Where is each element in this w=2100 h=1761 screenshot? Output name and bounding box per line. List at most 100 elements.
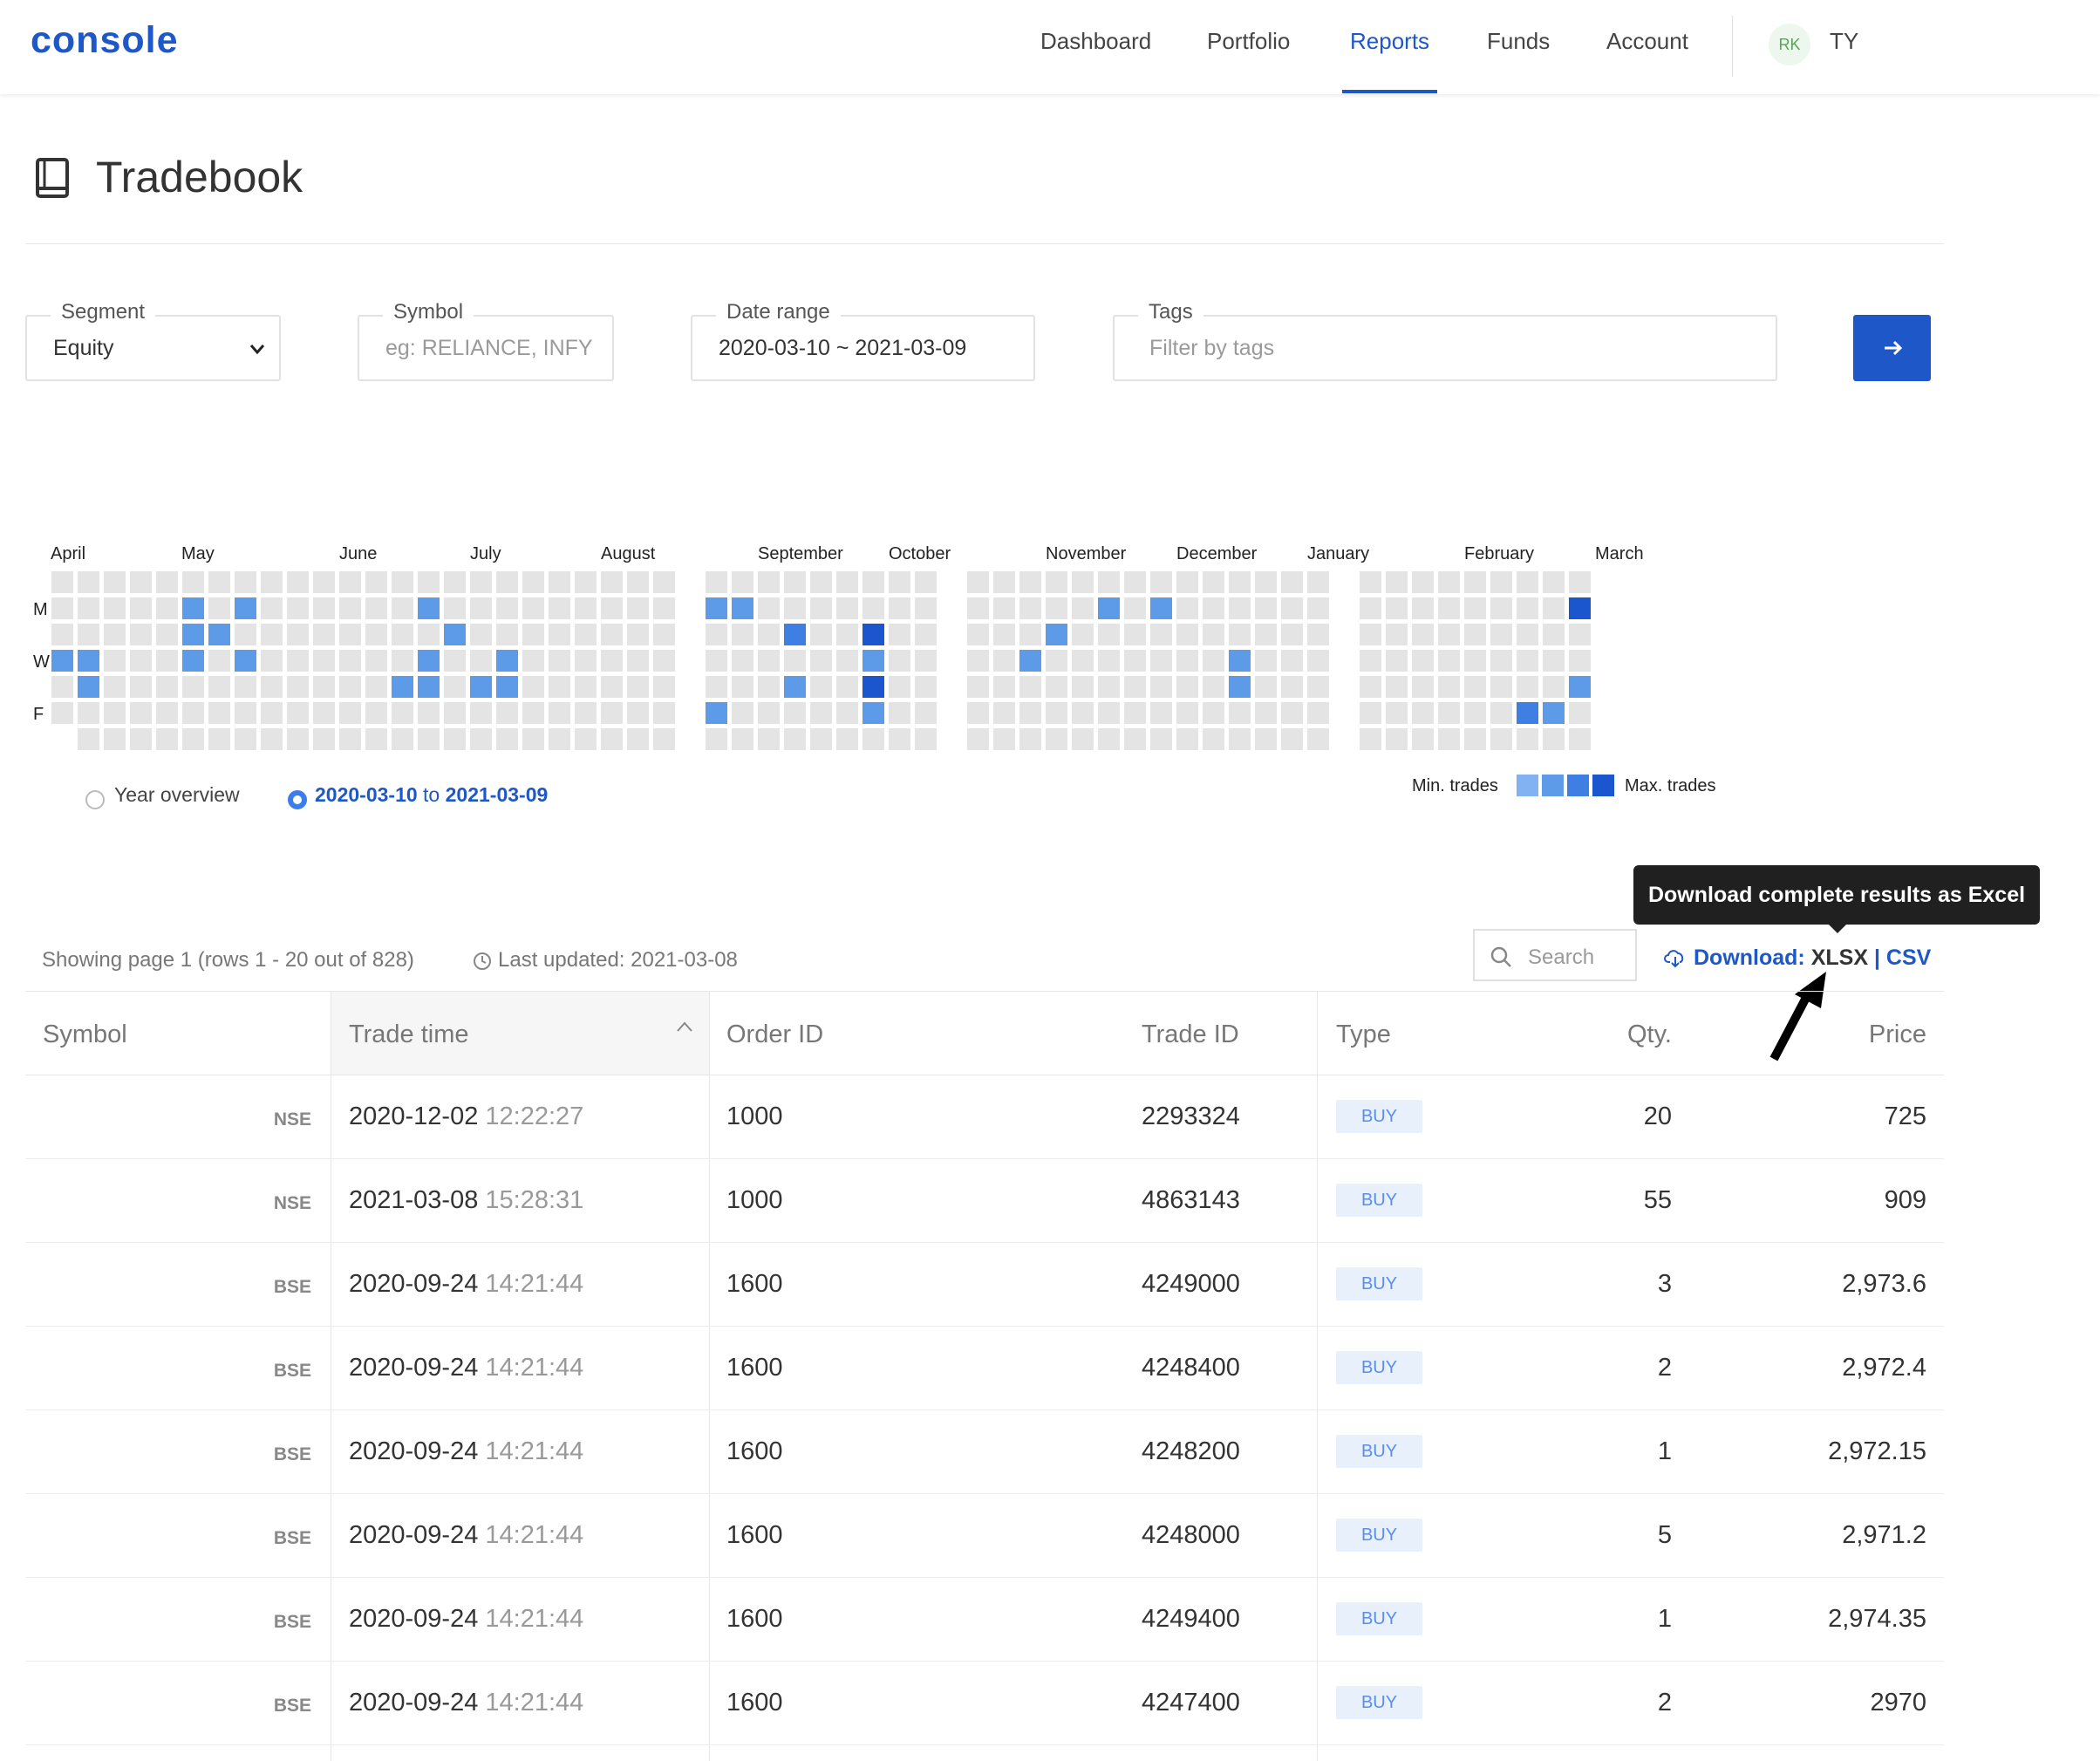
heatmap-day-cell[interactable]: [418, 571, 440, 593]
heatmap-day-cell[interactable]: [1386, 571, 1408, 593]
heatmap-day-cell[interactable]: [732, 597, 753, 619]
heatmap-day-cell[interactable]: [758, 597, 780, 619]
heatmap-day-cell[interactable]: [235, 702, 256, 724]
submit-button[interactable]: [1853, 315, 1931, 381]
heatmap-day-cell[interactable]: [967, 624, 989, 645]
heatmap-day-cell[interactable]: [1464, 702, 1486, 724]
heatmap-day-cell[interactable]: [1386, 624, 1408, 645]
column-header-type[interactable]: Type: [1336, 1020, 1391, 1049]
heatmap-day-cell[interactable]: [1072, 597, 1094, 619]
column-header-order-id[interactable]: Order ID: [726, 1020, 823, 1049]
heatmap-day-cell[interactable]: [627, 702, 649, 724]
heatmap-day-cell[interactable]: [339, 702, 361, 724]
table-row[interactable]: NSE 2021-03-08 15:28:31 1000 4863143 BUY…: [0, 1159, 2100, 1243]
heatmap-day-cell[interactable]: [496, 650, 518, 672]
heatmap-day-cell[interactable]: [496, 702, 518, 724]
heatmap-day-cell[interactable]: [1360, 728, 1381, 750]
heatmap-day-cell[interactable]: [470, 728, 492, 750]
heatmap-day-cell[interactable]: [287, 676, 309, 698]
heatmap-day-cell[interactable]: [732, 624, 753, 645]
heatmap-day-cell[interactable]: [51, 597, 73, 619]
heatmap-day-cell[interactable]: [287, 728, 309, 750]
heatmap-day-cell[interactable]: [1569, 676, 1591, 698]
heatmap-day-cell[interactable]: [1203, 650, 1224, 672]
heatmap-day-cell[interactable]: [261, 650, 283, 672]
heatmap-day-cell[interactable]: [287, 650, 309, 672]
year-overview-radio[interactable]: [85, 790, 105, 809]
heatmap-day-cell[interactable]: [1072, 676, 1094, 698]
heatmap-day-cell[interactable]: [208, 624, 230, 645]
heatmap-day-cell[interactable]: [470, 597, 492, 619]
heatmap-day-cell[interactable]: [287, 597, 309, 619]
heatmap-day-cell[interactable]: [1386, 650, 1408, 672]
heatmap-day-cell[interactable]: [78, 597, 99, 619]
heatmap-day-cell[interactable]: [915, 597, 937, 619]
heatmap-day-cell[interactable]: [549, 728, 570, 750]
heatmap-day-cell[interactable]: [1386, 597, 1408, 619]
heatmap-day-cell[interactable]: [784, 702, 806, 724]
heatmap-day-cell[interactable]: [810, 624, 832, 645]
heatmap-day-cell[interactable]: [1019, 728, 1041, 750]
heatmap-day-cell[interactable]: [1255, 676, 1277, 698]
heatmap-day-cell[interactable]: [339, 676, 361, 698]
heatmap-day-cell[interactable]: [758, 702, 780, 724]
heatmap-day-cell[interactable]: [1569, 624, 1591, 645]
heatmap-day-cell[interactable]: [392, 597, 413, 619]
heatmap-day-cell[interactable]: [889, 676, 910, 698]
heatmap-day-cell[interactable]: [653, 676, 675, 698]
heatmap-day-cell[interactable]: [1307, 597, 1329, 619]
heatmap-day-cell[interactable]: [1229, 650, 1251, 672]
heatmap-day-cell[interactable]: [1412, 676, 1434, 698]
heatmap-day-cell[interactable]: [862, 624, 884, 645]
heatmap-day-cell[interactable]: [78, 571, 99, 593]
heatmap-day-cell[interactable]: [208, 650, 230, 672]
heatmap-day-cell[interactable]: [601, 702, 623, 724]
heatmap-day-cell[interactable]: [1281, 728, 1303, 750]
heatmap-day-cell[interactable]: [1464, 676, 1486, 698]
table-row[interactable]: NSE 2020-12-02 12:22:27 1000 2293324 BUY…: [0, 1075, 2100, 1159]
heatmap-day-cell[interactable]: [1255, 624, 1277, 645]
heatmap-day-cell[interactable]: [1229, 624, 1251, 645]
heatmap-day-cell[interactable]: [627, 650, 649, 672]
heatmap-day-cell[interactable]: [706, 676, 727, 698]
heatmap-day-cell[interactable]: [549, 571, 570, 593]
heatmap-day-cell[interactable]: [1464, 728, 1486, 750]
heatmap-day-cell[interactable]: [313, 702, 335, 724]
heatmap-day-cell[interactable]: [1490, 571, 1512, 593]
heatmap-day-cell[interactable]: [915, 650, 937, 672]
heatmap-day-cell[interactable]: [182, 728, 204, 750]
heatmap-day-cell[interactable]: [627, 597, 649, 619]
heatmap-day-cell[interactable]: [78, 676, 99, 698]
heatmap-day-cell[interactable]: [182, 624, 204, 645]
heatmap-day-cell[interactable]: [470, 571, 492, 593]
heatmap-day-cell[interactable]: [1490, 728, 1512, 750]
heatmap-day-cell[interactable]: [1490, 676, 1512, 698]
heatmap-day-cell[interactable]: [1176, 702, 1198, 724]
heatmap-day-cell[interactable]: [156, 624, 178, 645]
heatmap-day-cell[interactable]: [1176, 624, 1198, 645]
heatmap-day-cell[interactable]: [339, 650, 361, 672]
heatmap-day-cell[interactable]: [575, 728, 597, 750]
heatmap-day-cell[interactable]: [1569, 571, 1591, 593]
heatmap-day-cell[interactable]: [653, 728, 675, 750]
table-row[interactable]: BSE 2020-09-24 14:21:44 1600 4248200 BUY…: [0, 1410, 2100, 1494]
heatmap-day-cell[interactable]: [1150, 702, 1172, 724]
heatmap-day-cell[interactable]: [1124, 597, 1146, 619]
heatmap-day-cell[interactable]: [1490, 597, 1512, 619]
heatmap-day-cell[interactable]: [889, 597, 910, 619]
heatmap-day-cell[interactable]: [261, 676, 283, 698]
heatmap-day-cell[interactable]: [601, 571, 623, 593]
heatmap-day-cell[interactable]: [1412, 597, 1434, 619]
heatmap-day-cell[interactable]: [418, 624, 440, 645]
heatmap-day-cell[interactable]: [1360, 650, 1381, 672]
heatmap-day-cell[interactable]: [78, 702, 99, 724]
heatmap-day-cell[interactable]: [993, 702, 1015, 724]
heatmap-day-cell[interactable]: [365, 571, 387, 593]
heatmap-day-cell[interactable]: [1438, 728, 1460, 750]
heatmap-day-cell[interactable]: [496, 624, 518, 645]
heatmap-day-cell[interactable]: [784, 650, 806, 672]
heatmap-day-cell[interactable]: [601, 676, 623, 698]
heatmap-day-cell[interactable]: [1019, 571, 1041, 593]
heatmap-day-cell[interactable]: [1438, 702, 1460, 724]
heatmap-day-cell[interactable]: [156, 728, 178, 750]
